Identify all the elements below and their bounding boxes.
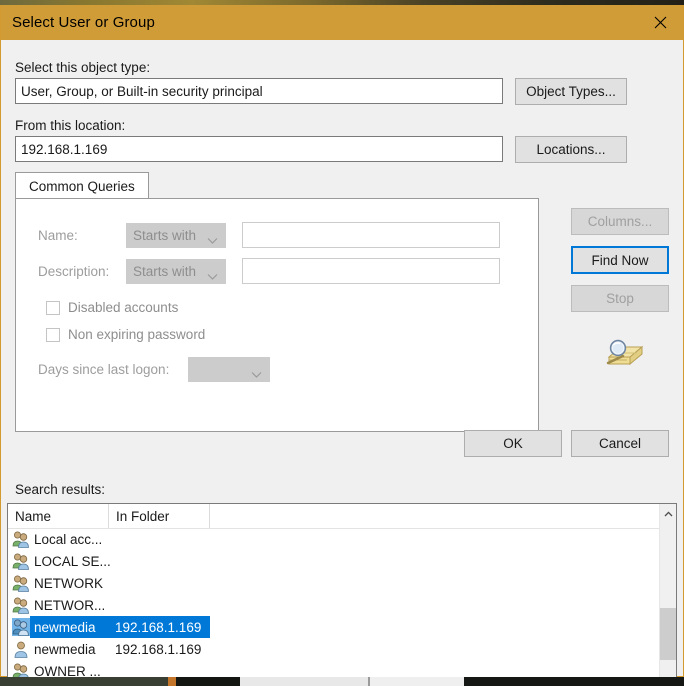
tab-strip: Common Queries: [15, 172, 539, 199]
taskbar-segment: [0, 677, 168, 686]
taskbar-segment: [176, 677, 240, 686]
search-results-label: Search results:: [15, 482, 106, 497]
disabled-accounts-checkbox-row[interactable]: Disabled accounts: [38, 300, 178, 315]
row-name: NETWORK: [34, 575, 103, 591]
chevron-down-icon: [207, 232, 218, 244]
description-value-input[interactable]: [242, 258, 500, 284]
magnifier-over-card-icon: [601, 336, 644, 372]
scroll-up-button[interactable]: [660, 504, 676, 522]
name-value-input[interactable]: [242, 222, 500, 248]
object-type-label: Select this object type:: [15, 60, 151, 75]
name-label: Name:: [38, 228, 78, 243]
tab-common-queries[interactable]: Common Queries: [15, 172, 149, 199]
group-icon: [12, 574, 30, 592]
search-results-header: Name In Folder: [8, 504, 676, 529]
taskbar-segment: [370, 677, 464, 686]
table-row[interactable]: newmedia 192.168.1.169: [8, 616, 676, 638]
description-operator-select[interactable]: Starts with: [126, 259, 226, 284]
dialog-body: Select this object type: User, Group, or…: [1, 40, 683, 686]
days-since-last-logon-select[interactable]: [188, 357, 270, 382]
search-results-list[interactable]: Name In Folder Local acc... LOCAL SE... …: [7, 503, 677, 686]
taskbar-segment: [464, 677, 684, 686]
disabled-accounts-label: Disabled accounts: [68, 300, 179, 315]
row-folder: 192.168.1.169: [115, 641, 202, 657]
tab-page-common-queries: Name: Starts with Description: Starts wi…: [15, 198, 539, 432]
close-x-icon: [654, 16, 667, 29]
row-name: LOCAL SE...: [34, 553, 111, 569]
group-icon: [12, 596, 30, 614]
screen: Select User or Group Select this object …: [0, 0, 684, 686]
description-operator-value: Starts with: [133, 264, 197, 279]
columns-button[interactable]: Columns...: [571, 208, 669, 235]
disabled-accounts-checkbox[interactable]: [46, 300, 60, 315]
name-operator-select[interactable]: Starts with: [126, 223, 226, 248]
column-header-in-folder[interactable]: In Folder: [109, 504, 210, 528]
select-user-or-group-dialog: Select User or Group Select this object …: [0, 5, 684, 686]
chevron-down-icon: [207, 268, 218, 280]
location-field[interactable]: 192.168.1.169: [15, 136, 503, 162]
taskbar-segment: [240, 677, 368, 686]
object-types-button[interactable]: Object Types...: [515, 78, 627, 105]
chevron-up-icon: [664, 504, 673, 522]
close-button[interactable]: [637, 5, 683, 40]
object-type-field[interactable]: User, Group, or Built-in security princi…: [15, 78, 503, 104]
results-vertical-scrollbar[interactable]: [659, 504, 676, 686]
window-title: Select User or Group: [12, 14, 155, 31]
search-results-rows: Local acc... LOCAL SE... NETWORK NETWOR.…: [8, 528, 676, 686]
row-name: newmedia: [34, 641, 96, 657]
non-expiring-password-checkbox[interactable]: [46, 327, 60, 342]
column-header-name[interactable]: Name: [8, 504, 109, 528]
table-row[interactable]: Local acc...: [8, 528, 676, 550]
description-label: Description:: [38, 264, 110, 279]
row-name: newmedia: [34, 619, 96, 635]
title-bar[interactable]: Select User or Group: [1, 5, 683, 40]
chevron-down-icon: [251, 366, 262, 378]
user-icon: [12, 640, 30, 658]
name-operator-value: Starts with: [133, 228, 197, 243]
table-row[interactable]: newmedia 192.168.1.169: [8, 638, 676, 660]
taskbar-segment: [168, 677, 176, 686]
location-label: From this location:: [15, 118, 126, 133]
non-expiring-password-label: Non expiring password: [68, 327, 206, 342]
locations-button[interactable]: Locations...: [515, 136, 627, 163]
row-name: NETWOR...: [34, 597, 106, 613]
stop-button[interactable]: Stop: [571, 285, 669, 312]
days-since-last-logon-label: Days since last logon:: [38, 362, 170, 377]
group-icon: [12, 552, 30, 570]
ok-button[interactable]: OK: [464, 430, 562, 457]
table-row[interactable]: NETWORK: [8, 572, 676, 594]
row-folder: 192.168.1.169: [115, 619, 202, 635]
group-icon: [12, 618, 30, 636]
scroll-thumb[interactable]: [660, 608, 676, 660]
row-name: Local acc...: [34, 531, 103, 547]
non-expiring-password-checkbox-row[interactable]: Non expiring password: [38, 327, 205, 342]
table-row[interactable]: LOCAL SE...: [8, 550, 676, 572]
find-now-button[interactable]: Find Now: [571, 246, 669, 274]
group-icon: [12, 530, 30, 548]
cancel-button[interactable]: Cancel: [571, 430, 669, 457]
table-row[interactable]: NETWOR...: [8, 594, 676, 616]
